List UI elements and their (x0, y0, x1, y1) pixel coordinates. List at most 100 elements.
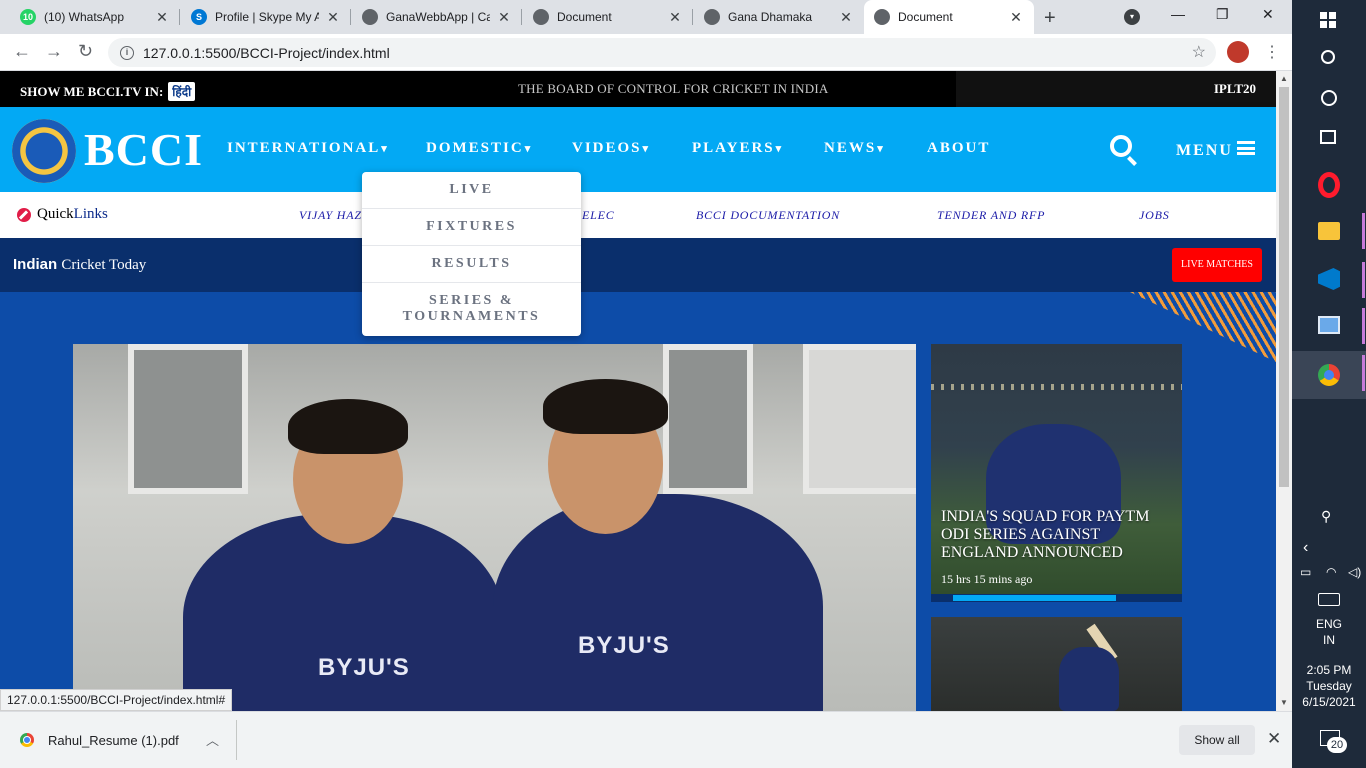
scroll-up-icon[interactable]: ▲ (1280, 74, 1288, 83)
cortana-icon[interactable] (1321, 90, 1337, 106)
dropdown-item-fixtures[interactable]: FIXTURES (362, 219, 581, 235)
keyboard-icon[interactable] (1318, 593, 1340, 606)
chevron-left-icon[interactable]: ‹ (1303, 539, 1308, 557)
ipl-link[interactable]: IPLT20 (1214, 81, 1256, 97)
quicklink-vijay-hazare[interactable]: VIJAY HAZ (299, 208, 362, 223)
task-view-icon[interactable] (1320, 130, 1336, 144)
url-text[interactable]: 127.0.0.1:5500/BCCI-Project/index.html (143, 45, 390, 61)
quicklink-elections[interactable]: ELEC (582, 208, 615, 223)
nav-news[interactable]: NEWS (824, 140, 885, 157)
section-title-rest: Cricket Today (61, 257, 147, 273)
chrome-icon[interactable] (1318, 364, 1340, 386)
address-bar[interactable]: i 127.0.0.1:5500/BCCI-Project/index.html… (108, 38, 1216, 67)
close-icon[interactable]: ✕ (496, 9, 512, 26)
file-explorer-icon[interactable] (1318, 222, 1340, 240)
info-icon[interactable]: i (120, 45, 134, 60)
globe-icon (704, 9, 720, 25)
dropdown-item-results[interactable]: RESULTS (362, 256, 581, 272)
hindi-link[interactable]: हिंदी (168, 82, 196, 101)
show-all-button[interactable]: Show all (1179, 725, 1255, 755)
tab-ganawebbapp[interactable]: GanaWebbApp | Cat ✕ (352, 0, 522, 34)
tab-whatsapp[interactable]: 10 (10) WhatsApp ✕ (10, 0, 180, 34)
news-card-title[interactable]: INDIA'S SQUAD FOR PAYTM ODI SERIES AGAIN… (941, 508, 1181, 562)
tab-title: Document (557, 10, 612, 24)
nav-domestic[interactable]: DOMESTIC (426, 140, 532, 157)
forward-icon[interactable]: → (45, 41, 63, 62)
tab-title: GanaWebbApp | Cat (386, 10, 490, 24)
menu-button[interactable]: MENU (1176, 142, 1233, 160)
quicklink-bcci-documentation[interactable]: BCCI DOCUMENTATION (696, 208, 840, 223)
domestic-dropdown: LIVE FIXTURES RESULTS SERIES & TOURNAMEN… (362, 172, 581, 336)
logo-text[interactable]: BCCI (84, 123, 203, 176)
hero-photo[interactable]: BYJU'S BYJU'S (73, 344, 916, 711)
dropdown-item-live[interactable]: LIVE (362, 182, 581, 198)
close-icon[interactable]: ✕ (154, 9, 170, 26)
wifi-icon[interactable]: ◠ (1326, 565, 1336, 579)
ipl-box: IPLT20 (956, 71, 1276, 107)
nav-players[interactable]: PLAYERS (692, 140, 783, 157)
vscode-icon[interactable] (1318, 268, 1340, 290)
more-options-icon[interactable]: ⋮ (1264, 42, 1280, 62)
window-shape (803, 344, 916, 494)
news-card[interactable]: INDIA'S SQUAD FOR PAYTM ODI SERIES AGAIN… (931, 344, 1182, 602)
minimize-icon[interactable]: — (1171, 6, 1185, 22)
browser-toolbar: ← → ↻ i 127.0.0.1:5500/BCCI-Project/inde… (0, 34, 1292, 71)
nav-videos[interactable]: VIDEOS (572, 140, 650, 157)
taskbar-running-indicator (1362, 213, 1365, 249)
hamburger-icon[interactable] (1237, 141, 1255, 155)
battery-icon[interactable]: ▭ (1300, 565, 1311, 579)
section-title: Indian Cricket Today (13, 256, 146, 274)
new-tab-icon[interactable]: + (1044, 7, 1056, 30)
tab-title: Document (898, 10, 953, 24)
jersey-logo: BYJU'S (318, 654, 410, 681)
download-filename[interactable]: Rahul_Resume (1).pdf (48, 733, 179, 748)
scroll-thumb[interactable] (1279, 87, 1289, 487)
close-icon[interactable]: ✕ (838, 9, 854, 26)
page-scrollbar[interactable]: ▲ ▼ (1276, 71, 1292, 711)
scroll-down-icon[interactable]: ▼ (1280, 698, 1288, 707)
search-icon[interactable] (1321, 50, 1335, 64)
taskbar-running-indicator (1362, 308, 1365, 344)
whatsapp-icon: 10 (20, 9, 36, 25)
progress-fill (953, 595, 1116, 601)
tab-gana-dhamaka[interactable]: Gana Dhamaka ✕ (694, 0, 864, 34)
people-icon[interactable]: ⚲ (1321, 508, 1337, 524)
quicklink-jobs[interactable]: JOBS (1139, 208, 1170, 223)
tab-search-icon[interactable]: ▾ (1124, 9, 1140, 25)
tab-document-1[interactable]: Document ✕ (523, 0, 693, 34)
close-icon[interactable]: ✕ (667, 9, 683, 26)
quicklink-tender-rfp[interactable]: TENDER AND RFP (937, 208, 1045, 223)
remote-desktop-icon[interactable] (1318, 316, 1340, 334)
reload-icon[interactable]: ↻ (78, 41, 93, 62)
tab-document-active[interactable]: Document ✕ (864, 0, 1034, 34)
quicklinks-heading: Quick Links (17, 206, 108, 223)
nav-about[interactable]: ABOUT (927, 140, 990, 157)
chevron-up-icon[interactable]: ︿ (206, 730, 219, 749)
close-icon[interactable]: ✕ (1267, 729, 1281, 749)
bookmark-star-icon[interactable]: ☆ (1192, 42, 1206, 62)
player-hair (288, 399, 408, 454)
close-icon[interactable]: ✕ (1008, 9, 1024, 26)
cricket-today-bar: Indian Cricket Today LIVE MATCHES (0, 238, 1276, 292)
restore-icon[interactable]: ❐ (1216, 6, 1229, 23)
volume-icon[interactable]: ◁) (1348, 565, 1361, 579)
back-icon[interactable]: ← (13, 41, 31, 62)
bcci-logo-icon[interactable] (12, 119, 76, 183)
clock[interactable]: 2:05 PM Tuesday 6/15/2021 (1292, 662, 1366, 710)
live-matches-button[interactable]: LIVE MATCHES (1172, 248, 1262, 282)
tab-strip: 10 (10) WhatsApp ✕ S Profile | Skype My … (0, 0, 1292, 34)
windows-start-icon[interactable] (1320, 12, 1336, 28)
quicklinks-suffix: Links (73, 206, 108, 222)
tab-skype[interactable]: S Profile | Skype My Account ✕ (181, 0, 351, 34)
language-indicator[interactable]: ENG IN (1292, 616, 1366, 648)
profile-avatar[interactable] (1227, 41, 1249, 63)
search-icon[interactable] (1110, 135, 1132, 157)
close-icon[interactable]: ✕ (325, 9, 341, 26)
close-window-icon[interactable]: ✕ (1262, 6, 1274, 23)
dropdown-item-series-tournaments[interactable]: SERIES & TOURNAMENTS (362, 293, 581, 325)
batter-figure (1059, 647, 1119, 711)
opera-icon[interactable] (1318, 172, 1340, 198)
news-card[interactable] (931, 617, 1182, 711)
globe-icon (362, 9, 378, 25)
nav-international[interactable]: INTERNATIONAL (227, 140, 389, 157)
